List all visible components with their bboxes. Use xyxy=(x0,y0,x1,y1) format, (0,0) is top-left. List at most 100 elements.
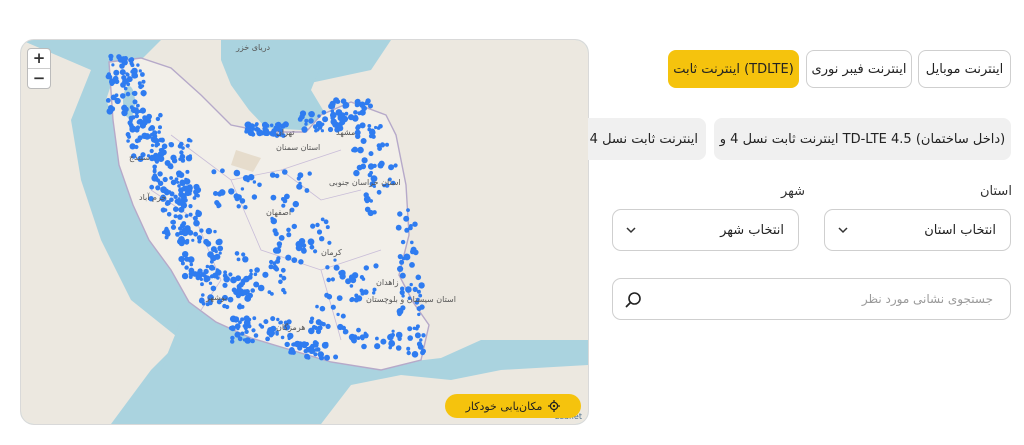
coverage-point xyxy=(109,81,115,86)
coverage-point xyxy=(352,115,359,122)
coverage-point xyxy=(291,223,297,230)
coverage-point xyxy=(368,151,374,157)
coverage-point xyxy=(315,328,322,335)
coverage-point xyxy=(196,235,203,241)
subtab-indoor-label: اینترنت ثابت نسل 4 و TD-LTE 4.5 (داخل سا… xyxy=(719,131,1006,147)
address-search[interactable] xyxy=(612,278,1011,320)
coverage-point xyxy=(253,272,258,277)
coverage-point xyxy=(151,174,159,182)
province-label: استان xyxy=(980,184,1012,199)
coverage-point xyxy=(380,338,387,345)
chevron-down-icon xyxy=(626,227,636,234)
coverage-map[interactable]: دریای خزر تهران استان سمنان سنندج خرم آب… xyxy=(20,39,589,425)
coverage-point xyxy=(228,188,235,195)
coverage-point xyxy=(125,72,129,76)
coverage-point xyxy=(136,63,140,67)
search-icon[interactable] xyxy=(625,291,642,308)
tab-tdlte-internet[interactable]: اینترنت ثابت (TDLTE) xyxy=(668,50,799,88)
coverage-point xyxy=(419,338,423,342)
coverage-point xyxy=(285,254,292,261)
coverage-point xyxy=(213,191,218,196)
coverage-point xyxy=(201,293,205,297)
coverage-point xyxy=(410,240,414,245)
coverage-point xyxy=(150,132,154,137)
coverage-point xyxy=(205,227,213,235)
coverage-point xyxy=(243,205,248,210)
coverage-point xyxy=(315,304,319,309)
coverage-point xyxy=(406,208,410,213)
auto-locate-button[interactable]: مکان‌یابی خودکار xyxy=(445,394,581,418)
coverage-point xyxy=(282,198,288,204)
coverage-point xyxy=(155,154,161,159)
coverage-point xyxy=(204,275,211,282)
coverage-point xyxy=(218,251,222,255)
coverage-point xyxy=(314,128,318,133)
coverage-point xyxy=(261,121,269,129)
coverage-point xyxy=(200,282,204,287)
coverage-point xyxy=(150,143,155,147)
coverage-point xyxy=(282,121,289,128)
zoom-in-button[interactable]: + xyxy=(28,49,50,68)
coverage-point xyxy=(181,146,185,150)
coverage-point xyxy=(217,203,222,208)
coverage-point xyxy=(298,259,304,265)
tab-mobile-internet-label: اینترنت موبایل xyxy=(925,61,1004,77)
coverage-point xyxy=(160,207,166,213)
coverage-point xyxy=(374,343,381,350)
coverage-point xyxy=(274,266,280,272)
coverage-point xyxy=(121,109,128,117)
coverage-point xyxy=(130,124,134,129)
province-select[interactable]: انتخاب استان xyxy=(824,209,1011,251)
coverage-point xyxy=(406,346,411,351)
coverage-point xyxy=(184,239,190,245)
coverage-point xyxy=(312,340,318,346)
coverage-point xyxy=(141,92,146,97)
coverage-point xyxy=(241,281,246,286)
city-select[interactable]: انتخاب شهر xyxy=(612,209,799,251)
coverage-point xyxy=(240,187,245,191)
label-sanandaj: سنندج xyxy=(129,153,150,162)
coverage-point xyxy=(265,336,270,342)
coverage-point xyxy=(170,220,175,225)
search-input[interactable] xyxy=(653,279,997,319)
subtab-indoor[interactable]: اینترنت ثابت نسل 4 و TD-LTE 4.5 (داخل سا… xyxy=(714,118,1011,160)
coverage-point xyxy=(372,163,377,168)
subtab-outdoor[interactable]: اینترنت ثابت نسل 4 و xyxy=(588,118,706,160)
coverage-point xyxy=(270,216,274,221)
coverage-point xyxy=(369,199,374,203)
coverage-point xyxy=(356,336,361,340)
coverage-point xyxy=(164,235,169,240)
coverage-point xyxy=(222,273,228,279)
coverage-point xyxy=(242,175,250,182)
coverage-point xyxy=(391,329,395,333)
coverage-point xyxy=(341,325,347,331)
coverage-point xyxy=(373,263,379,269)
coverage-point xyxy=(282,169,288,175)
coverage-point xyxy=(252,316,257,321)
coverage-point xyxy=(310,349,314,354)
province-select-value: انتخاب استان xyxy=(924,222,996,238)
coverage-point xyxy=(337,112,342,117)
coverage-point xyxy=(378,124,383,129)
coverage-point xyxy=(411,351,419,358)
coverage-point xyxy=(157,171,163,177)
zoom-out-button[interactable]: − xyxy=(28,68,50,88)
coverage-point xyxy=(305,348,311,353)
coverage-point xyxy=(184,214,189,218)
coverage-point xyxy=(193,189,199,195)
coverage-point xyxy=(319,321,324,326)
coverage-point xyxy=(330,304,336,310)
tab-mobile-internet[interactable]: اینترنت موبایل xyxy=(918,50,1011,88)
tab-fiber-internet[interactable]: اینترنت فیبر نوری xyxy=(806,50,912,88)
label-sistan: استان سیستان و بلوچستان xyxy=(366,295,456,304)
coverage-point xyxy=(222,282,228,288)
coverage-point xyxy=(149,184,155,190)
coverage-point xyxy=(127,120,133,126)
coverage-point xyxy=(110,94,117,101)
coverage-point xyxy=(181,272,189,280)
coverage-point xyxy=(278,279,283,285)
coverage-point xyxy=(249,268,253,273)
coverage-point xyxy=(156,142,161,147)
coverage-point xyxy=(304,122,308,126)
map-canvas[interactable]: دریای خزر تهران استان سمنان سنندج خرم آب… xyxy=(21,40,588,424)
